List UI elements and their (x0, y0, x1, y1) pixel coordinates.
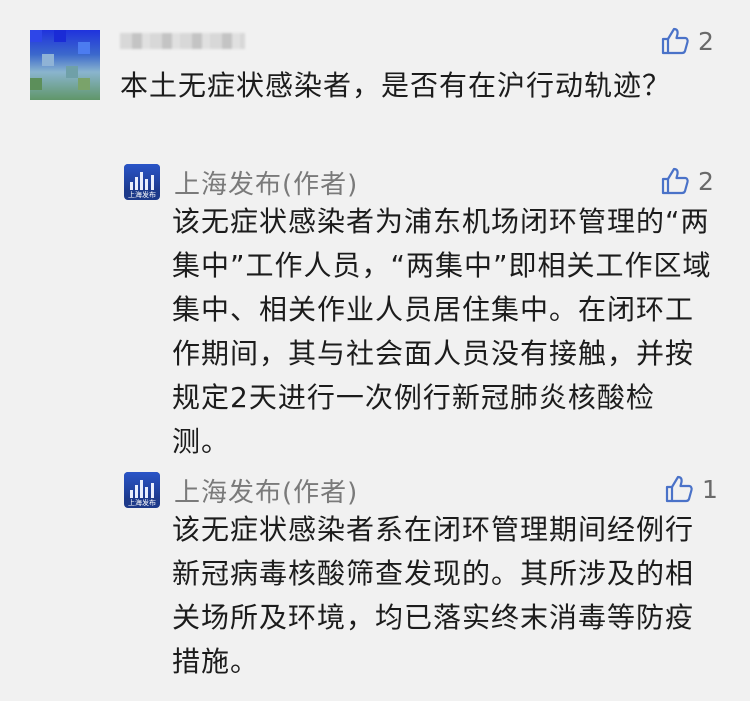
thumbs-up-icon (665, 475, 693, 503)
thumbs-up-icon (661, 27, 689, 55)
reply-text: 该无症状感染者系在闭环管理期间经例行新冠病毒核酸筛查发现的。其所涉及的相关场所及… (172, 513, 695, 678)
avatar-logo-text: 上海发布 (128, 191, 156, 199)
thumbs-up-icon (661, 167, 689, 195)
reply-text: 该无症状感染者为浦东机场闭环管理的“两集中”工作人员，“两集中”即相关工作区域集… (172, 205, 712, 458)
reply-author[interactable]: 上海发布(作者) (174, 164, 358, 201)
comment-thread: 2 本土无症状感染者，是否有在沪行动轨迹？ 上海发布 上海发布(作者) 2 该无… (0, 0, 750, 701)
reply-author[interactable]: 上海发布(作者) (174, 472, 358, 509)
comment-text: 本土无症状感染者，是否有在沪行动轨迹？ (120, 69, 672, 102)
comment-like-count: 2 (698, 26, 714, 56)
reply-like-count: 2 (698, 166, 714, 196)
reply-like-button[interactable]: 1 (664, 474, 718, 504)
reply-like-count: 1 (702, 474, 718, 504)
avatar-logo-text: 上海发布 (128, 499, 156, 507)
reply-like-button[interactable]: 2 (660, 166, 714, 196)
user-avatar[interactable] (30, 30, 100, 100)
comment-like-button[interactable]: 2 (660, 26, 714, 56)
author-avatar[interactable]: 上海发布 (124, 472, 160, 508)
author-avatar[interactable]: 上海发布 (124, 164, 160, 200)
username-blurred (120, 33, 245, 49)
